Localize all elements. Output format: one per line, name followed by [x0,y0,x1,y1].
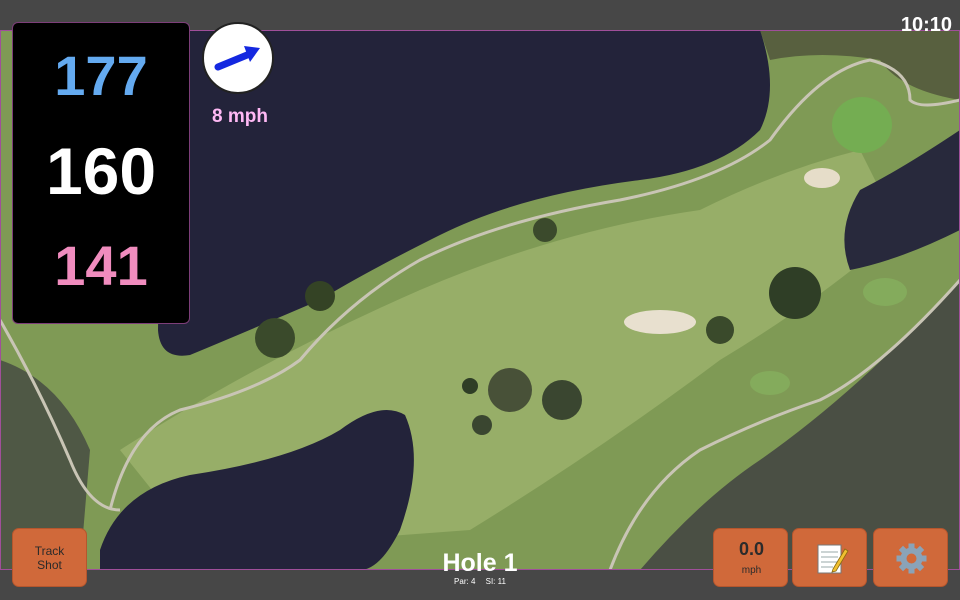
bunker [624,310,696,334]
notes-button[interactable] [792,528,867,587]
hole-info: Par: 4 SI: 11 [380,577,580,586]
speed-value: 0.0 [738,539,765,559]
green-main [832,97,892,153]
settings-button[interactable] [873,528,948,587]
gear-icon [896,543,927,574]
speed-button[interactable]: 0.0 mph [713,528,788,587]
tree [462,378,478,394]
tree [255,318,295,358]
hole-par: Par: 4 [454,577,476,586]
distance-panel: 177 160 141 [12,22,190,324]
wind-speed: 8 mph [212,106,268,127]
wind-arrow-icon [214,46,260,71]
notepad-icon [817,544,849,574]
hole-stroke-index: SI: 11 [485,577,506,586]
tree [472,415,492,435]
clock: 10:10 [900,14,952,36]
tee-box [863,278,907,306]
distance-middle: 160 [45,134,157,208]
distance-front: 141 [54,234,148,297]
distance-back: 177 [54,44,148,107]
tree [542,380,582,420]
tree [488,368,532,412]
speed-unit: mph [741,565,762,576]
tree [706,316,734,344]
tee-box [750,371,790,395]
tree [769,267,821,319]
track-shot-label-line1: Track [34,543,65,558]
tree [533,218,557,242]
bunker [804,168,840,188]
tree [305,281,335,311]
wind-indicator [202,22,274,94]
hole-title: Hole 1 [442,549,518,577]
track-shot-button[interactable]: Track Shot [12,528,87,587]
track-shot-label-line2: Shot [37,557,62,572]
